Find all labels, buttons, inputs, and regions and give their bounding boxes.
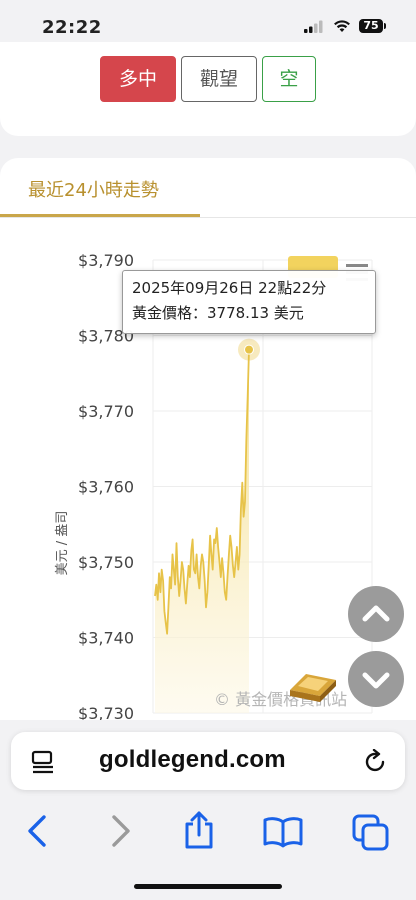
back-icon[interactable] — [24, 814, 50, 848]
signal-card: 多中 觀望 空 — [0, 42, 416, 136]
scroll-up-button[interactable] — [348, 586, 404, 642]
share-icon[interactable] — [182, 810, 216, 850]
scroll-down-button[interactable] — [348, 651, 404, 707]
price-area — [155, 349, 249, 713]
status-time: 22:22 — [42, 17, 102, 38]
reload-icon[interactable] — [363, 749, 389, 775]
y-tick-label: $3,760 — [78, 478, 134, 497]
watch-button[interactable]: 觀望 — [181, 56, 257, 102]
tabs-icon[interactable] — [352, 814, 390, 852]
browser-toolbar: goldlegend.com — [0, 720, 416, 900]
short-button[interactable]: 空 — [262, 56, 316, 102]
y-tick-label: $3,750 — [78, 553, 134, 572]
bookmarks-icon[interactable] — [262, 816, 304, 848]
address-bar[interactable]: goldlegend.com — [11, 732, 405, 790]
scroll-up-icon — [362, 605, 390, 622]
chart-tooltip: 2025年09月26日 22點22分 黃金價格：3778.13 美元 — [122, 270, 376, 334]
url-text[interactable]: goldlegend.com — [99, 746, 286, 774]
y-tick-label: $3,740 — [78, 629, 134, 648]
scroll-down-icon — [362, 672, 390, 689]
home-indicator — [134, 884, 282, 889]
y-tick-label: $3,770 — [78, 402, 134, 421]
battery-icon: 75 — [359, 19, 383, 33]
forward-icon[interactable] — [108, 814, 134, 848]
tab-24h-trend[interactable]: 最近24小時走勢 — [28, 176, 159, 202]
battery-tip — [384, 23, 386, 29]
tooltip-price: 黃金價格：3778.13 美元 — [132, 304, 304, 322]
hover-marker — [244, 344, 254, 355]
signal-icon — [304, 20, 323, 33]
wifi-icon — [334, 20, 350, 32]
y-tick-label: $3,790 — [78, 251, 134, 270]
y-axis-label: 美元 / 盎司 — [55, 511, 70, 576]
gold-bar-icon — [290, 674, 336, 702]
tooltip-datetime: 2025年09月26日 22點22分 — [132, 279, 327, 297]
reader-icon[interactable] — [31, 750, 57, 774]
long-button[interactable]: 多中 — [100, 56, 176, 102]
